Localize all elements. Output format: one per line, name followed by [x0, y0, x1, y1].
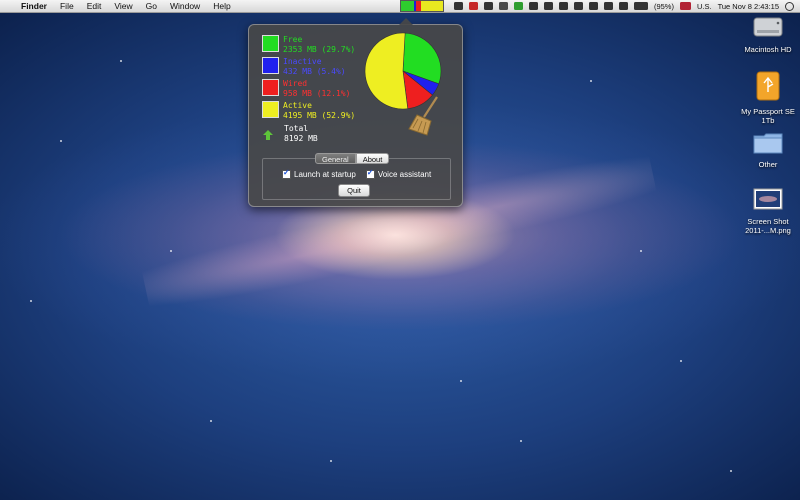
red-app-icon[interactable]: [468, 2, 478, 10]
legend-wired: Wired 958 MB (12.1%): [262, 79, 350, 99]
launch-at-startup-option[interactable]: Launch at startup: [282, 168, 356, 179]
desktop-icon-label: My Passport SE 1Tb: [741, 107, 795, 125]
drive-icon[interactable]: [528, 2, 538, 10]
launch-at-startup-checkbox[interactable]: [282, 168, 291, 179]
input-source-label[interactable]: U.S.: [697, 2, 712, 11]
legend-free: Free 2353 MB (29.7%): [262, 35, 355, 55]
volume-icon[interactable]: [618, 2, 628, 10]
wifi-icon[interactable]: [603, 2, 613, 10]
free-swatch: [262, 35, 279, 52]
desktop-icon-macintosh-hd[interactable]: Macintosh HD: [736, 14, 800, 54]
total-label: Total: [284, 124, 309, 133]
mem-active-segment: [420, 1, 443, 11]
folder-icon: [753, 133, 783, 154]
options-row: Launch at startup Voice assistant: [282, 168, 432, 179]
usb-drive-icon: [756, 71, 780, 101]
memory-status-widget[interactable]: [399, 0, 444, 12]
menu-edit[interactable]: Edit: [87, 1, 102, 11]
hard-drive-icon: [753, 17, 783, 37]
menu-extras: (95%) U.S. Tue Nov 8 2:43:15: [399, 0, 794, 12]
spotlight-icon[interactable]: [785, 1, 794, 11]
active-value: 4195 MB (52.9%): [283, 111, 356, 120]
lock-icon[interactable]: [543, 2, 553, 10]
desktop-icon-label: Macintosh HD: [744, 45, 792, 54]
wired-label: Wired: [283, 79, 308, 88]
copy-icon[interactable]: [483, 2, 493, 10]
total-value: 8192 MB: [284, 134, 318, 143]
voice-assistant-checkbox[interactable]: [365, 168, 375, 179]
sync-icon[interactable]: [558, 2, 568, 10]
wired-value: 958 MB (12.1%): [283, 89, 351, 98]
quit-button[interactable]: Quit: [338, 184, 370, 197]
settings-tabs: General About: [315, 153, 390, 164]
menu-view[interactable]: View: [114, 1, 132, 11]
popover-arrow: [399, 18, 413, 25]
robot-icon[interactable]: [453, 2, 463, 10]
wired-swatch: [262, 79, 279, 96]
launch-at-startup-label: Launch at startup: [294, 170, 356, 179]
desktop-icon-other[interactable]: Other: [736, 131, 800, 169]
menu-window[interactable]: Window: [170, 1, 200, 11]
tab-about[interactable]: About: [355, 153, 390, 164]
image-file-icon: [753, 188, 783, 210]
pie-slice-active: [364, 32, 409, 110]
menu-app-name[interactable]: Finder: [21, 1, 47, 11]
menu-file[interactable]: File: [60, 1, 74, 11]
gauge-icon[interactable]: [498, 2, 508, 10]
up-arrow-icon: [263, 130, 273, 140]
desktop-icon-label: Other: [758, 160, 778, 169]
desktop-icon-screen-shot[interactable]: Screen Shot 2011-...M.png: [736, 186, 800, 235]
menu-help[interactable]: Help: [213, 1, 230, 11]
clock-label[interactable]: Tue Nov 8 2:43:15: [718, 2, 779, 11]
mem-free-segment: [400, 1, 414, 11]
bluetooth-icon[interactable]: [588, 2, 598, 10]
free-value: 2353 MB (29.7%): [283, 45, 356, 54]
broom-icon[interactable]: [407, 95, 441, 137]
total-block: Total 8192 MB: [284, 124, 318, 144]
green-app-icon[interactable]: [513, 2, 523, 10]
legend-inactive: Inactive 432 MB (5.4%): [262, 57, 346, 77]
desktop-icon-label: Screen Shot 2011-...M.png: [745, 217, 791, 235]
battery-percent: (95%): [653, 1, 674, 11]
inactive-swatch: [262, 57, 279, 74]
battery-icon[interactable]: [633, 2, 648, 10]
active-label: Active: [283, 101, 312, 110]
inactive-value: 432 MB (5.4%): [283, 67, 346, 76]
desktop-icon-my-passport[interactable]: My Passport SE 1Tb: [736, 70, 800, 125]
voice-assistant-label: Voice assistant: [377, 170, 432, 179]
inactive-label: Inactive: [283, 57, 322, 66]
memory-popover: Free 2353 MB (29.7%) Inactive 432 MB (5.…: [248, 18, 463, 207]
free-label: Free: [283, 35, 303, 44]
voice-assistant-option[interactable]: Voice assistant: [365, 168, 432, 179]
active-swatch: [262, 101, 279, 118]
flag-icon[interactable]: [679, 2, 691, 10]
tab-general[interactable]: General: [315, 153, 356, 164]
legend-active: Active 4195 MB (52.9%): [262, 101, 355, 121]
menu-bar: Finder File Edit View Go Window Help (95…: [0, 0, 800, 13]
time-machine-icon[interactable]: [573, 2, 583, 10]
menu-go[interactable]: Go: [146, 1, 157, 11]
